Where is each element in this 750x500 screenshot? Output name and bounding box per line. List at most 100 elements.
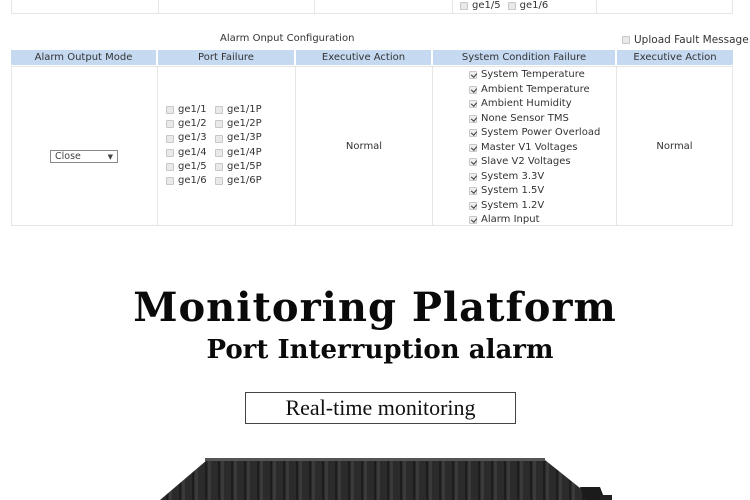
header-port-failure: Port Failure <box>158 50 294 65</box>
promo-title: Monitoring Platform <box>133 284 617 331</box>
condition-option[interactable]: System 1.5V <box>469 184 600 199</box>
condition-label: Ambient Temperature <box>481 83 590 95</box>
condition-label: Slave V2 Voltages <box>481 156 571 167</box>
promo-subtitle: Port Interruption alarm <box>206 335 554 365</box>
condition-option[interactable]: Slave V2 Voltages <box>469 155 600 170</box>
condition-label: System 1.2V <box>481 199 545 211</box>
condition-label: System 3.3V <box>481 170 545 182</box>
cell-executive-action-2: Normal <box>616 66 733 226</box>
condition-checkbox[interactable] <box>469 71 477 80</box>
port-row: ge1/2 ge1/2P <box>166 117 264 131</box>
port-checkbox[interactable] <box>215 177 223 186</box>
port-option[interactable]: ge1/2P <box>215 117 264 131</box>
header-alarm-output-mode: Alarm Output Mode <box>11 50 156 65</box>
port-label: ge1/6P <box>227 175 262 187</box>
port-option[interactable]: ge1/3P <box>215 131 264 145</box>
port-checkbox[interactable] <box>166 177 174 186</box>
port-option[interactable]: ge1/6 <box>166 174 215 188</box>
condition-checkbox[interactable] <box>469 172 477 181</box>
condition-checkbox[interactable] <box>469 143 477 152</box>
port-checkbox[interactable] <box>215 162 223 171</box>
condition-checkbox[interactable] <box>469 114 477 123</box>
condition-checkbox[interactable] <box>469 158 477 167</box>
header-executive-action-2: Executive Action <box>617 50 733 65</box>
condition-checkbox[interactable] <box>469 201 477 210</box>
condition-option[interactable]: System 3.3V <box>469 170 600 185</box>
port-option[interactable]: ge1/3 <box>166 131 215 145</box>
port-checkbox[interactable] <box>166 134 174 143</box>
port-row: ge1/3 ge1/3P <box>166 131 264 145</box>
system-condition-list: System Temperature Ambient Temperature A… <box>469 68 600 228</box>
port-label: ge1/4 <box>178 146 207 158</box>
cell-executive-action: Normal <box>295 66 433 226</box>
port-checkbox[interactable] <box>215 106 223 115</box>
port-label: ge1/4P <box>227 146 262 158</box>
executive-action-value: Normal <box>345 140 383 152</box>
port-label: ge1/3P <box>227 132 262 144</box>
condition-checkbox[interactable] <box>469 100 477 109</box>
condition-label: System Temperature <box>481 69 585 80</box>
port-option[interactable]: ge1/5P <box>215 160 264 174</box>
port-row: ge1/1 ge1/1P <box>166 103 264 117</box>
port-option[interactable]: ge1/5 <box>166 160 215 174</box>
condition-label: Alarm Input <box>481 214 540 225</box>
port-option[interactable]: ge1/1P <box>215 103 264 117</box>
upload-fault-checkbox[interactable] <box>622 36 630 44</box>
port-label: ge1/2 <box>178 118 207 130</box>
alarm-output-mode-select[interactable]: Close ▼ <box>50 150 118 163</box>
port-row: ge1/4 ge1/4P <box>166 146 264 160</box>
column-divider <box>314 0 315 13</box>
executive-action-value: Normal <box>656 140 693 152</box>
port-checkbox[interactable] <box>166 106 174 115</box>
realtime-monitoring-label: Real-time monitoring <box>245 392 516 424</box>
port-checkbox[interactable] <box>166 148 174 157</box>
port-checkbox[interactable] <box>507 1 516 10</box>
port-option[interactable]: ge1/6P <box>215 174 264 188</box>
alarm-config-table: Alarm Output Mode Port Failure Executive… <box>11 50 733 227</box>
chevron-down-icon: ▼ <box>107 153 113 161</box>
select-value: Close <box>55 151 81 162</box>
condition-checkbox[interactable] <box>469 85 477 94</box>
port-option[interactable]: ge1/2 <box>166 117 215 131</box>
port-option[interactable]: ge1/4 <box>166 146 215 160</box>
port-label: ge1/1P <box>227 104 262 115</box>
condition-option[interactable]: System Temperature <box>469 68 600 83</box>
header-system-condition-failure: System Condition Failure <box>433 50 615 65</box>
port-option[interactable]: ge1/1 <box>166 103 215 117</box>
condition-checkbox[interactable] <box>469 129 477 138</box>
previous-port-list: ge1/5 ge1/6 <box>460 0 548 11</box>
port-failure-list: ge1/1 ge1/1P ge1/2 ge1/2P ge1/3 ge1/3P g… <box>166 103 264 188</box>
condition-label: System Power Overload <box>481 127 601 138</box>
port-checkbox[interactable] <box>215 134 223 143</box>
port-row: ge1/6 ge1/6P <box>166 174 264 188</box>
condition-label: None Sensor TMS <box>481 112 569 124</box>
condition-option[interactable]: Alarm Input <box>469 213 600 228</box>
condition-label: Ambient Humidity <box>481 98 572 109</box>
condition-option[interactable]: System 1.2V <box>469 199 600 214</box>
section-title: Alarm Onput Configuration <box>220 33 355 44</box>
port-label: ge1/6 <box>519 0 549 11</box>
condition-checkbox[interactable] <box>469 216 477 225</box>
port-label: ge1/5 <box>178 160 207 172</box>
upload-fault-message-option[interactable]: Upload Fault Message <box>622 34 749 46</box>
port-option[interactable]: ge1/4P <box>215 146 264 160</box>
port-label: ge1/3 <box>178 132 207 144</box>
column-divider <box>596 0 597 13</box>
port-checkbox[interactable] <box>460 1 468 10</box>
condition-checkbox[interactable] <box>469 187 477 196</box>
condition-option[interactable]: None Sensor TMS <box>469 112 600 127</box>
port-checkbox[interactable] <box>215 120 223 129</box>
port-checkbox[interactable] <box>215 148 223 157</box>
port-checkbox[interactable] <box>166 162 174 171</box>
port-row: ge1/5 ge1/5P <box>166 160 264 174</box>
condition-option[interactable]: System Power Overload <box>469 126 600 141</box>
port-label: ge1/5P <box>227 160 262 172</box>
upload-fault-label: Upload Fault Message <box>634 34 749 46</box>
condition-option[interactable]: Master V1 Voltages <box>469 141 600 156</box>
condition-option[interactable]: Ambient Temperature <box>469 83 600 98</box>
port-checkbox[interactable] <box>166 120 174 129</box>
condition-option[interactable]: Ambient Humidity <box>469 97 600 112</box>
device-image <box>160 458 612 500</box>
condition-label: Master V1 Voltages <box>481 141 578 153</box>
device-top-panel <box>160 460 595 500</box>
